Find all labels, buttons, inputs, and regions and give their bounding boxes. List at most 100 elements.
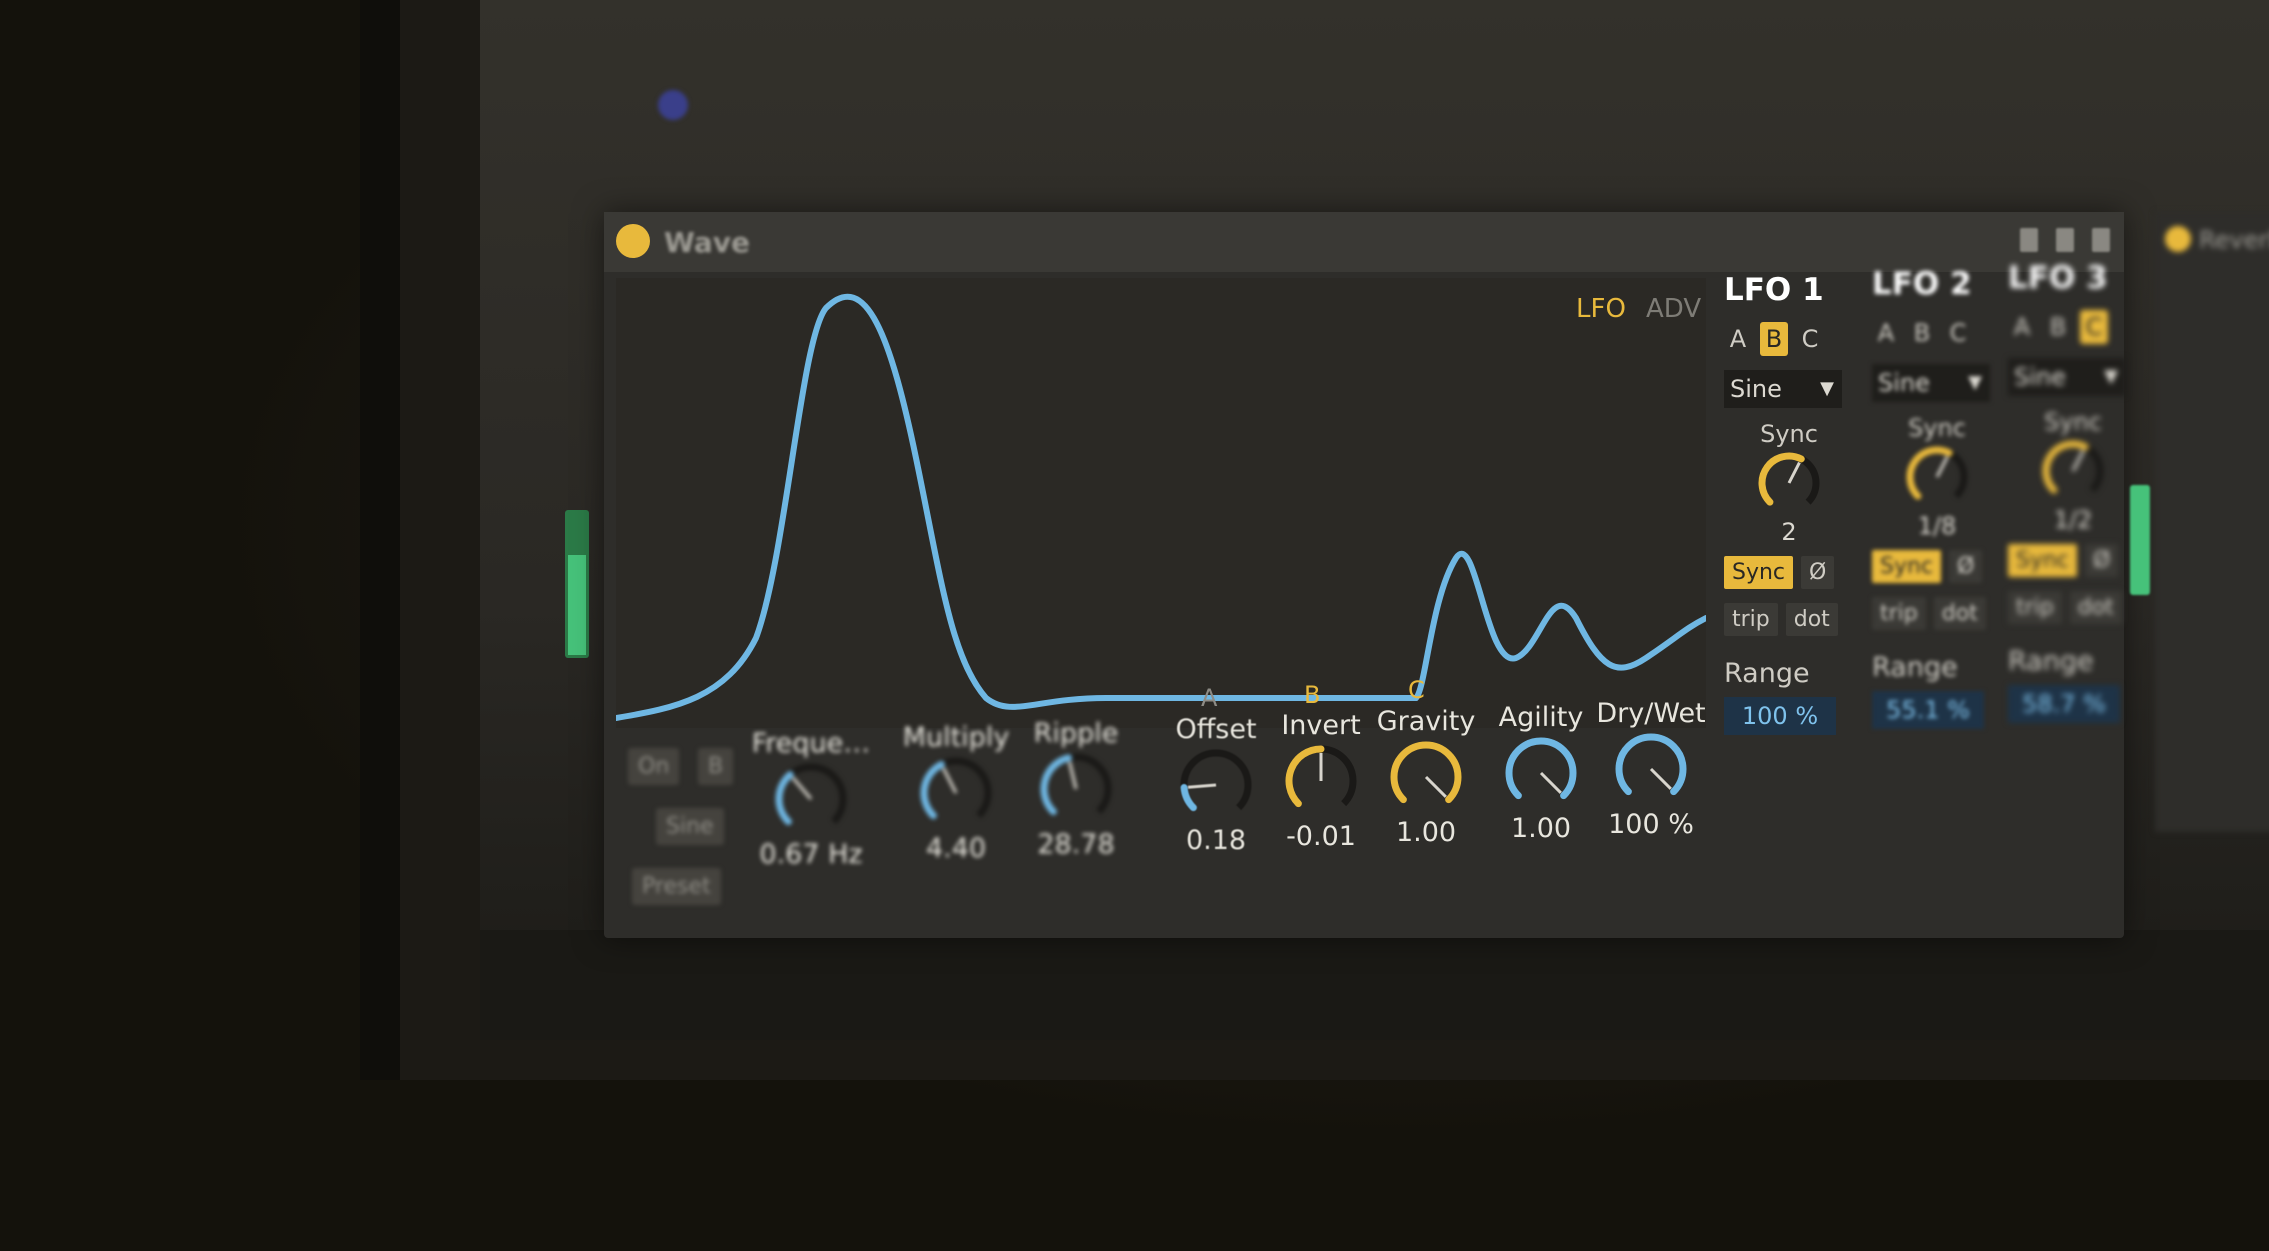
power-icon[interactable] xyxy=(2165,226,2191,252)
knob-offset[interactable]: Offset 0.18 xyxy=(1161,714,1271,856)
knob-agility[interactable]: Agility 1.00 xyxy=(1491,702,1591,844)
power-icon[interactable] xyxy=(616,224,650,258)
on-button[interactable]: On xyxy=(628,748,680,785)
knob-arc xyxy=(2042,440,2089,494)
rate-knob[interactable] xyxy=(1754,448,1824,518)
range-value[interactable]: 100 % xyxy=(1724,697,1836,735)
lfo-target-buttons: A B C xyxy=(2008,310,2138,344)
target-b-button[interactable]: B xyxy=(1760,322,1788,356)
b-button[interactable]: B xyxy=(698,748,734,785)
node-a: A xyxy=(1201,684,1218,712)
trip-button[interactable]: trip xyxy=(2008,591,2062,624)
knob-value: 4.40 xyxy=(925,833,987,864)
next-device-title: Reverb xyxy=(2199,226,2269,254)
knob-pointer xyxy=(2071,449,2085,472)
indicator-light xyxy=(658,90,688,120)
fold-icon[interactable] xyxy=(2020,228,2038,252)
dot-button[interactable]: dot xyxy=(2069,591,2122,624)
knob-dial[interactable] xyxy=(1176,745,1256,825)
knob-value: -0.01 xyxy=(1286,821,1356,852)
knob-dial[interactable] xyxy=(1611,729,1691,809)
knob-arc xyxy=(1615,733,1687,796)
target-b-button[interactable]: B xyxy=(1908,316,1936,350)
shape-select[interactable]: Sine ▼ xyxy=(1724,370,1842,408)
shape-button[interactable]: Sine xyxy=(656,808,724,845)
sync-button[interactable]: Sync xyxy=(1872,550,1942,583)
knob-invert[interactable]: Invert -0.01 xyxy=(1271,710,1371,852)
tab-adv[interactable]: ADV xyxy=(1646,294,1701,324)
knob-dial[interactable] xyxy=(1036,749,1116,829)
sync-button[interactable]: Sync xyxy=(1724,556,1794,589)
knob-dial[interactable] xyxy=(1501,733,1581,813)
chevron-down-icon: ▼ xyxy=(1820,378,1834,399)
knob-arc xyxy=(1390,741,1462,804)
trip-row: trip dot xyxy=(1872,597,2002,630)
shape-value: Sine xyxy=(1878,369,1930,397)
target-c-button[interactable]: C xyxy=(2080,310,2108,344)
sync-button[interactable]: Sync xyxy=(2008,544,2078,577)
shape-value: Sine xyxy=(2014,363,2066,391)
knob-dial[interactable] xyxy=(1281,741,1361,821)
knob-pointer xyxy=(1539,771,1562,794)
target-b-button[interactable]: B xyxy=(2044,310,2072,344)
trip-row: trip dot xyxy=(1724,603,1854,636)
knob-pointer xyxy=(941,767,958,794)
knob-arc xyxy=(1758,452,1805,506)
trip-button[interactable]: trip xyxy=(1872,597,1926,630)
wave-device: Wave A B C LFO ADV On B Sine Preset Freq… xyxy=(604,212,2126,938)
knob-pointer xyxy=(1935,455,1949,478)
trip-row: trip dot xyxy=(2008,591,2138,624)
knob-pointer xyxy=(791,776,813,800)
phase-button[interactable]: Ø xyxy=(2085,544,2119,577)
rate-value: 1/2 xyxy=(2053,506,2093,534)
sync-row: Sync Ø xyxy=(1872,550,2002,583)
knob-dial[interactable] xyxy=(1386,737,1466,817)
shape-select[interactable]: Sine ▼ xyxy=(1872,364,1990,402)
knob-label: Dry/Wet xyxy=(1596,698,1706,729)
preset-button[interactable]: Preset xyxy=(632,868,721,905)
knob-multiply[interactable]: Multiply 4.40 xyxy=(901,722,1011,864)
lfo-title: LFO 3 xyxy=(2008,260,2108,296)
phase-button[interactable]: Ø xyxy=(1949,550,1983,583)
waveform-graph: A B C xyxy=(616,293,1706,721)
device-titlebar[interactable]: Wave xyxy=(604,212,2124,272)
knob-ripple[interactable]: Ripple 28.78 xyxy=(1021,718,1131,860)
knob-dial[interactable] xyxy=(771,759,851,839)
knob-dial[interactable] xyxy=(916,753,996,833)
hotswap-icon[interactable] xyxy=(2056,228,2074,252)
target-a-button[interactable]: A xyxy=(2008,310,2036,344)
phase-button[interactable]: Ø xyxy=(1801,556,1835,589)
knob-gravity[interactable]: Gravity 1.00 xyxy=(1371,706,1481,848)
rate-knob[interactable] xyxy=(2038,436,2108,506)
level-meter-left-fill xyxy=(568,555,586,655)
knob-label: Ripple xyxy=(1033,718,1119,749)
dot-button[interactable]: dot xyxy=(1933,597,1986,630)
knob-pointer xyxy=(1649,767,1672,790)
sync-label: Sync xyxy=(1908,414,1966,442)
dot-button[interactable]: dot xyxy=(1785,603,1838,636)
range-value[interactable]: 58.7 % xyxy=(2008,685,2120,723)
save-icon[interactable] xyxy=(2092,228,2110,252)
next-device: Reverb xyxy=(2155,212,2269,832)
rate-knob[interactable] xyxy=(1902,442,1972,512)
knob-label: Agility xyxy=(1498,702,1584,733)
target-a-button[interactable]: A xyxy=(1724,322,1752,356)
knob-frequency[interactable]: Freque… 0.67 Hz xyxy=(746,728,876,870)
target-c-button[interactable]: C xyxy=(1796,322,1824,356)
lfo-1-panel: LFO 1 A B C Sine ▼ Sync 2 Sync Ø trip dot… xyxy=(1724,272,1854,872)
range-value[interactable]: 55.1 % xyxy=(1872,691,1984,729)
shape-value: Sine xyxy=(1730,375,1782,403)
lfo-3-panel: LFO 3 A B C Sine ▼ Sync 1/2 Sync Ø trip d… xyxy=(2008,260,2138,860)
rate-value: 2 xyxy=(1781,518,1797,546)
knob-value: 0.18 xyxy=(1185,825,1247,856)
waveform-display[interactable]: A B C LFO ADV xyxy=(616,278,1706,728)
shape-select[interactable]: Sine ▼ xyxy=(2008,358,2126,396)
target-c-button[interactable]: C xyxy=(1944,316,1972,350)
knob-arc xyxy=(1906,446,1953,500)
tab-lfo[interactable]: LFO xyxy=(1576,294,1626,324)
knob-drywet[interactable]: Dry/Wet 100 % xyxy=(1596,698,1706,840)
knob-label: Offset xyxy=(1175,714,1257,745)
trip-button[interactable]: trip xyxy=(1724,603,1778,636)
knob-arc xyxy=(775,771,794,826)
target-a-button[interactable]: A xyxy=(1872,316,1900,350)
